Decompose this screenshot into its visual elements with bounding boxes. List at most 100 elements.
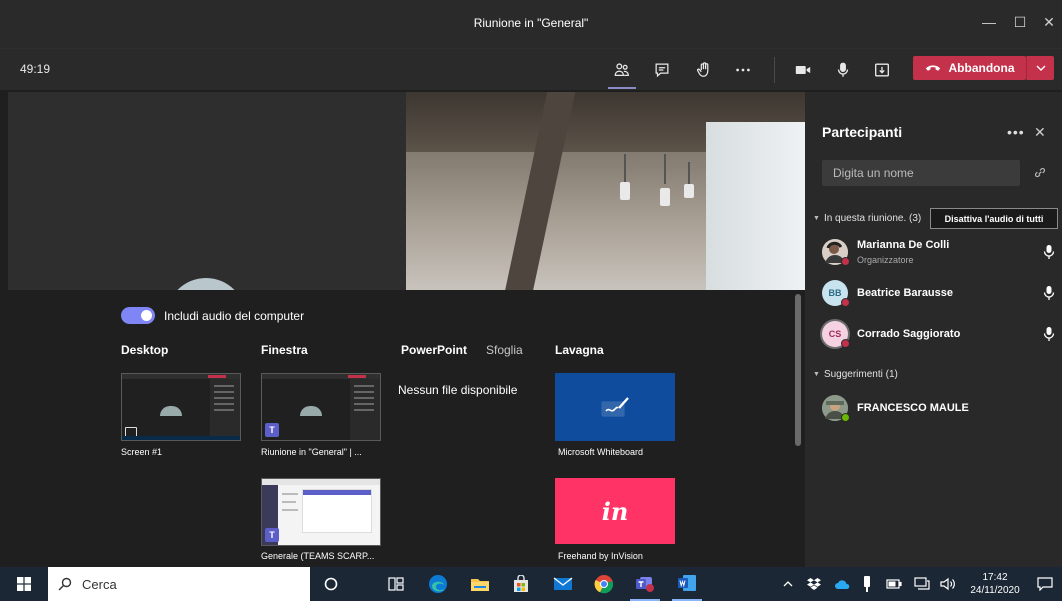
screen-share-option[interactable] bbox=[121, 373, 241, 441]
participant-name: Corrado Saggiorato bbox=[857, 328, 961, 340]
onedrive-tray-icon[interactable] bbox=[832, 567, 852, 601]
chevron-up-icon bbox=[783, 581, 793, 587]
participant-tile bbox=[8, 92, 406, 290]
notifications-button[interactable] bbox=[1034, 567, 1056, 601]
raise-hand-button[interactable] bbox=[692, 58, 716, 82]
store-button[interactable] bbox=[507, 567, 535, 601]
meeting-timer: 49:19 bbox=[20, 62, 51, 76]
teams-icon: T bbox=[265, 528, 279, 542]
suggestion-name: FRANCESCO MAULE bbox=[857, 402, 969, 414]
microphone-icon[interactable] bbox=[1042, 326, 1056, 342]
powerpoint-heading: PowerPoint bbox=[401, 343, 468, 357]
chrome-icon bbox=[594, 575, 614, 594]
participant-row[interactable]: Marianna De Colli Organizzatore bbox=[822, 238, 1058, 268]
microphone-icon bbox=[837, 62, 849, 77]
share-tray-button[interactable] bbox=[870, 58, 894, 82]
avatar: CS bbox=[822, 321, 850, 348]
edge-button[interactable] bbox=[424, 567, 452, 601]
mail-button[interactable] bbox=[549, 567, 577, 601]
hang-up-icon bbox=[925, 65, 940, 71]
suggestions-group[interactable]: ▼ Suggerimenti (1) bbox=[813, 369, 898, 380]
search-icon bbox=[58, 577, 72, 591]
taskbar-clock[interactable]: 17:42 24/11/2020 bbox=[965, 571, 1025, 597]
participants-more-button[interactable]: ••• bbox=[1007, 124, 1025, 140]
onedrive-icon bbox=[835, 580, 850, 589]
status-badge bbox=[841, 298, 850, 307]
more-actions-button[interactable] bbox=[731, 58, 755, 82]
maximize-button[interactable]: ☐ bbox=[1009, 10, 1031, 34]
teams-taskbar-button[interactable] bbox=[630, 567, 660, 601]
clock-time: 17:42 bbox=[982, 572, 1008, 583]
taskbar-search[interactable]: Cerca bbox=[48, 567, 310, 601]
microsoft-whiteboard-option[interactable] bbox=[555, 373, 675, 441]
window-share-option[interactable]: T bbox=[261, 478, 381, 546]
invision-logo: in bbox=[601, 496, 629, 526]
microsoft-whiteboard-caption: Microsoft Whiteboard bbox=[558, 447, 644, 457]
raise-hand-icon bbox=[697, 62, 709, 77]
participants-icon bbox=[614, 63, 629, 77]
leave-options-button[interactable] bbox=[1026, 56, 1054, 80]
volume-icon bbox=[940, 577, 955, 591]
participant-row[interactable]: BB Beatrice Barausse bbox=[822, 279, 1058, 309]
share-link-icon[interactable] bbox=[1033, 166, 1047, 180]
participants-close-button[interactable]: ✕ bbox=[1034, 124, 1046, 141]
status-badge bbox=[841, 339, 850, 348]
in-meeting-group[interactable]: ▼ In questa riunione. (3) bbox=[813, 213, 921, 224]
avatar-initials: CS bbox=[828, 329, 842, 339]
chevron-down-icon: ▼ bbox=[813, 215, 820, 222]
close-window-button[interactable]: ✕ bbox=[1038, 10, 1060, 34]
notification-icon bbox=[1037, 577, 1053, 591]
toolbar-divider bbox=[774, 57, 775, 83]
camera-button[interactable] bbox=[791, 58, 815, 82]
powerpoint-empty-message: Nessun file disponibile bbox=[398, 383, 518, 397]
volume-tray-icon[interactable] bbox=[938, 567, 958, 601]
dropbox-tray-icon[interactable] bbox=[804, 567, 824, 601]
microphone-icon[interactable] bbox=[1042, 285, 1056, 301]
chat-button[interactable] bbox=[650, 58, 674, 82]
usb-icon bbox=[864, 576, 870, 592]
share-tray-scrollbar[interactable] bbox=[795, 294, 801, 446]
video-feed bbox=[406, 92, 805, 290]
window-heading: Finestra bbox=[261, 343, 308, 357]
participant-row[interactable]: CS Corrado Saggiorato bbox=[822, 320, 1058, 350]
share-tray: Includi audio del computer Desktop Fines… bbox=[0, 290, 805, 567]
window-share-caption: Generale (TEAMS SCARP... bbox=[261, 551, 375, 561]
tray-overflow-button[interactable] bbox=[780, 567, 796, 601]
avatar bbox=[166, 278, 246, 290]
battery-tray-icon[interactable] bbox=[884, 567, 904, 601]
desktop-heading: Desktop bbox=[121, 343, 169, 357]
usb-tray-icon[interactable] bbox=[858, 567, 876, 601]
start-button[interactable] bbox=[12, 567, 36, 601]
window-share-option[interactable]: T bbox=[261, 373, 381, 441]
file-explorer-button[interactable] bbox=[466, 567, 494, 601]
include-audio-toggle[interactable] bbox=[121, 307, 155, 324]
participants-title: Partecipanti bbox=[822, 124, 903, 140]
mute-all-button[interactable]: Disattiva l'audio di tutti bbox=[930, 208, 1058, 229]
meeting-toolbar: 49:19 bbox=[0, 48, 1062, 90]
screen-share-caption: Screen #1 bbox=[121, 447, 163, 457]
avatar: BB bbox=[822, 280, 850, 307]
share-tray-icon bbox=[875, 63, 889, 77]
suggestions-label: Suggerimenti (1) bbox=[823, 369, 898, 380]
minimize-button[interactable]: — bbox=[978, 10, 1000, 34]
participant-search-input[interactable] bbox=[822, 160, 1020, 186]
suggestion-row[interactable]: FRANCESCO MAULE bbox=[822, 394, 1058, 424]
cortana-button[interactable] bbox=[318, 567, 344, 601]
chevron-down-icon: ▼ bbox=[813, 371, 820, 378]
invision-option[interactable]: in bbox=[555, 478, 675, 544]
avatar-initials: BB bbox=[828, 288, 842, 298]
avatar bbox=[822, 239, 850, 266]
microphone-button[interactable] bbox=[831, 58, 855, 82]
participant-name: Marianna De Colli bbox=[857, 239, 950, 251]
network-tray-icon[interactable] bbox=[912, 567, 932, 601]
chrome-button[interactable] bbox=[590, 567, 618, 601]
store-icon bbox=[514, 575, 528, 592]
browse-link[interactable]: Sfoglia bbox=[486, 343, 523, 357]
microphone-icon[interactable] bbox=[1042, 244, 1056, 260]
word-button[interactable] bbox=[672, 567, 702, 601]
task-view-button[interactable] bbox=[383, 567, 409, 601]
battery-icon bbox=[886, 579, 902, 589]
leave-button[interactable]: Abbandona bbox=[913, 56, 1026, 80]
participants-button[interactable] bbox=[608, 58, 636, 89]
window-share-caption: Riunione in "General" | ... bbox=[261, 447, 362, 457]
